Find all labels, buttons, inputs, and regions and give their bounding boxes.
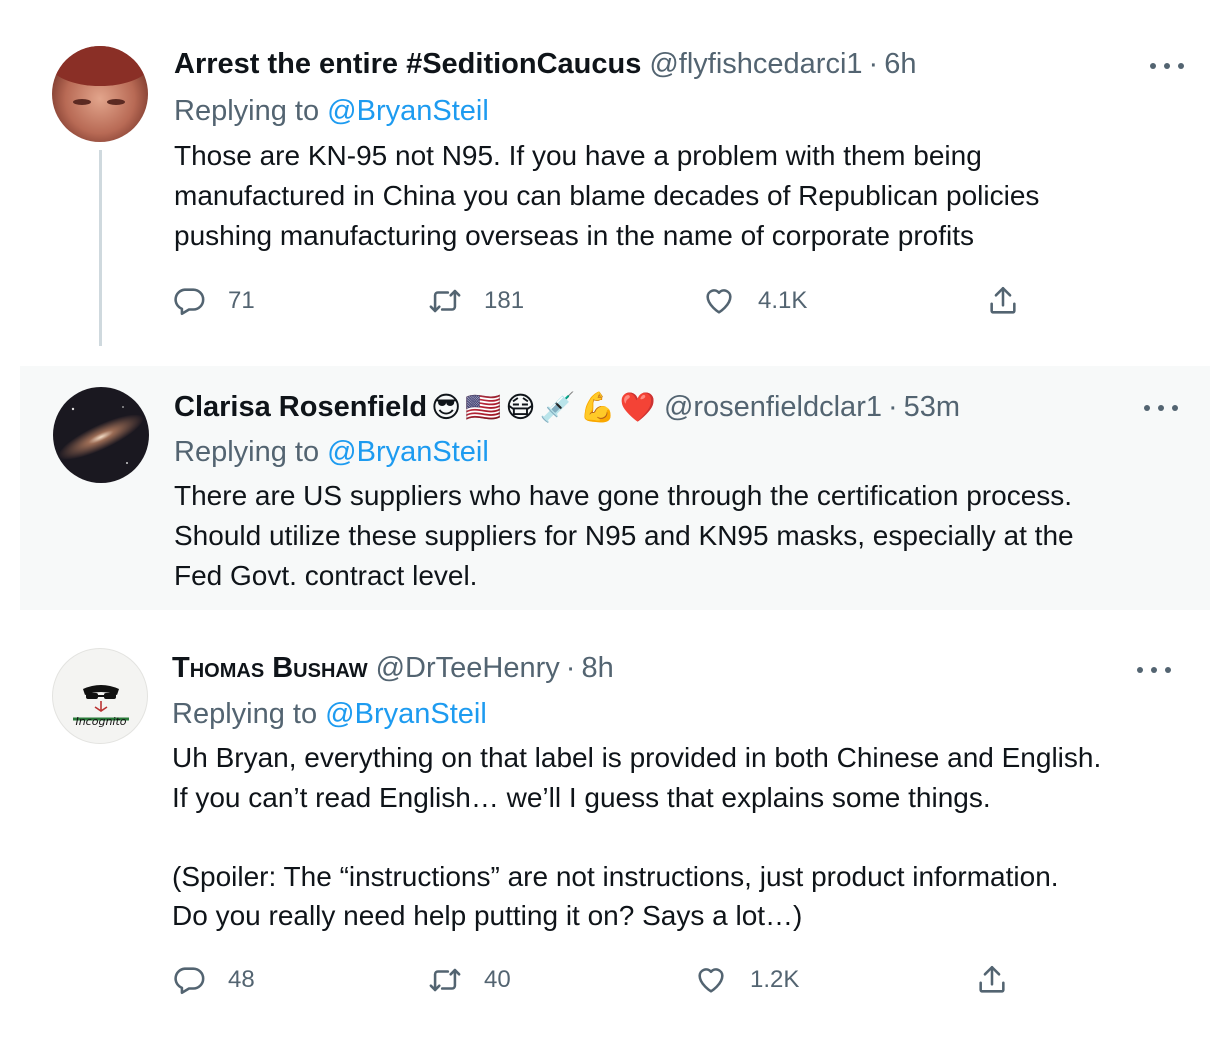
timestamp[interactable]: 53m: [904, 391, 960, 424]
like-count: 4.1K: [758, 287, 808, 314]
replying-to: Replying to @BryanSteil: [174, 95, 489, 128]
retweet-icon: [429, 289, 461, 313]
tweet-header: Clarisa Rosenfield 😎 🇺🇸 😷 💉 💪 ❤️ @rosenf…: [174, 390, 960, 425]
reply-icon: [174, 288, 205, 316]
syringe-emoji-icon: 💉: [539, 391, 576, 424]
share-icon: [990, 286, 1016, 314]
reply-icon: [174, 967, 205, 995]
user-handle[interactable]: @flyfishcedarci1: [649, 48, 862, 81]
tweet[interactable]: Arrest the entire #SeditionCaucus @flyfi…: [0, 0, 1230, 350]
heart-icon: [698, 968, 724, 993]
share-button[interactable]: [986, 281, 1020, 321]
display-name[interactable]: Arrest the entire #SeditionCaucus: [174, 48, 641, 81]
name-emojis: 😎 🇺🇸 😷 💉 💪 ❤️: [431, 390, 656, 425]
avatar[interactable]: [52, 46, 148, 142]
like-button[interactable]: 1.2K: [694, 960, 799, 1000]
separator: ·: [887, 391, 898, 423]
user-handle[interactable]: @rosenfieldclar1: [664, 391, 882, 424]
tweet-text: Those are KN-95 not N95. If you have a p…: [174, 140, 1040, 251]
tweet-header: Arrest the entire #SeditionCaucus @flyfi…: [174, 48, 916, 81]
reply-mention-link[interactable]: @BryanSteil: [327, 95, 489, 127]
sunglasses-emoji-icon: 😎: [431, 392, 462, 424]
like-button[interactable]: 4.1K: [702, 281, 807, 321]
reply-mention-link[interactable]: @BryanSteil: [325, 698, 487, 730]
reply-prefix: Replying to: [172, 698, 318, 730]
flexed-bicep-emoji-icon: 💪: [579, 391, 616, 424]
retweet-count: 181: [484, 287, 525, 314]
replying-to: Replying to @BryanSteil: [172, 698, 487, 731]
retweet-count: 40: [484, 966, 511, 993]
avatar[interactable]: Incognito: [52, 648, 148, 744]
replying-to: Replying to @BryanSteil: [174, 436, 489, 469]
user-handle[interactable]: @DrTeeHenry: [376, 652, 560, 685]
timestamp[interactable]: 8h: [581, 652, 613, 685]
heart-icon: [706, 289, 732, 314]
tweet[interactable]: Clarisa Rosenfield 😎 🇺🇸 😷 💉 💪 ❤️ @rosenf…: [20, 366, 1210, 610]
more-options-icon[interactable]: [1150, 61, 1184, 71]
action-bar: 48 40 1.2K: [172, 960, 1032, 1000]
separator: ·: [868, 48, 879, 80]
retweet-icon: [429, 968, 461, 992]
avatar[interactable]: [53, 387, 149, 483]
tweet-header: Thomas Bushaw @DrTeeHenry · 8h: [172, 652, 614, 685]
tweet-text: There are US suppliers who have gone thr…: [174, 480, 1074, 591]
more-options-icon[interactable]: [1137, 665, 1171, 675]
red-heart-emoji-icon: ❤️: [619, 391, 656, 424]
share-icon: [979, 965, 1005, 993]
retweet-button[interactable]: 40: [428, 960, 511, 1000]
action-bar: 71 181 4.1K: [172, 281, 1032, 321]
avatar-text: Incognito: [75, 715, 126, 728]
us-flag-emoji-icon: 🇺🇸: [465, 391, 502, 424]
reply-button[interactable]: 48: [172, 960, 255, 1000]
tweet-text: Uh Bryan, everything on that label is pr…: [172, 742, 1102, 931]
tweet[interactable]: Incognito Thomas Bushaw @DrTeeHenry · 8h…: [0, 630, 1230, 1042]
reply-button[interactable]: 71: [172, 281, 255, 321]
reply-count: 71: [228, 287, 255, 314]
separator: ·: [565, 652, 576, 684]
thread-line: [99, 150, 102, 346]
display-name[interactable]: Thomas Bushaw: [172, 652, 368, 685]
reply-prefix: Replying to: [174, 436, 320, 468]
like-count: 1.2K: [750, 966, 800, 993]
reply-count: 48: [228, 966, 255, 993]
more-options-icon[interactable]: [1144, 403, 1178, 413]
timestamp[interactable]: 6h: [884, 48, 916, 81]
retweet-button[interactable]: 181: [428, 281, 524, 321]
reply-mention-link[interactable]: @BryanSteil: [327, 436, 489, 468]
share-button[interactable]: [975, 960, 1009, 1000]
mask-emoji-icon: 😷: [505, 392, 536, 424]
display-name[interactable]: Clarisa Rosenfield: [174, 391, 427, 424]
reply-prefix: Replying to: [174, 95, 320, 127]
